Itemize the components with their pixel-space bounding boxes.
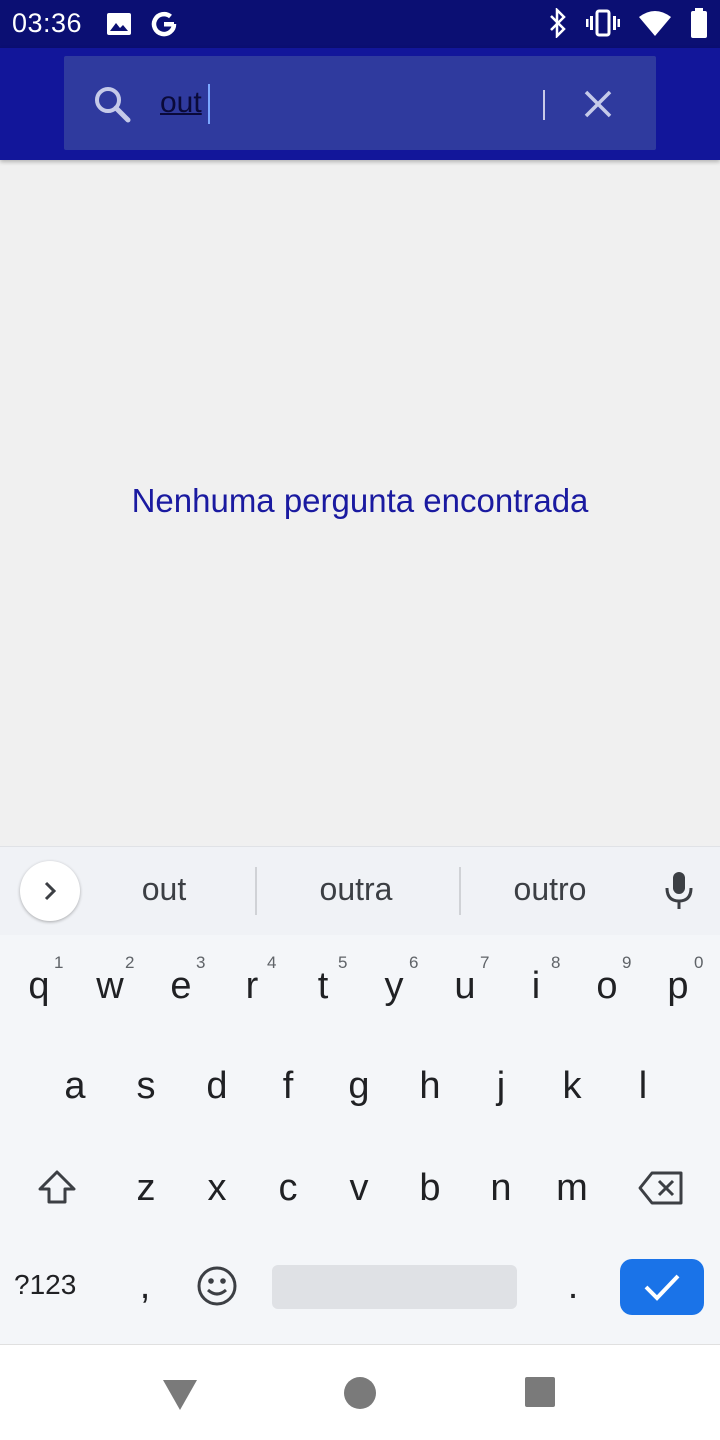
key-x[interactable]: x	[182, 1143, 252, 1233]
status-bar: 03:36	[0, 0, 720, 48]
key-hint: 7	[480, 953, 490, 972]
key-e[interactable]: e	[146, 941, 216, 1031]
shift-key[interactable]	[22, 1143, 92, 1233]
key-hint: 0	[694, 953, 704, 972]
suggestion-strip: out outra outro	[0, 847, 720, 935]
key-i[interactable]: i	[501, 941, 571, 1031]
back-button[interactable]	[162, 1379, 198, 1416]
search-input[interactable]: out	[160, 86, 202, 120]
search-box[interactable]: out	[64, 56, 656, 150]
key-k[interactable]: k	[537, 1041, 607, 1131]
key-m[interactable]: m	[537, 1143, 607, 1233]
key-b[interactable]: b	[395, 1143, 465, 1233]
home-button[interactable]	[344, 1377, 376, 1409]
chevron-right-icon	[44, 881, 57, 901]
key-r[interactable]: r	[217, 941, 287, 1031]
suggestion-1[interactable]: out	[74, 871, 254, 908]
back-triangle-icon	[163, 1380, 197, 1410]
key-s[interactable]: s	[111, 1041, 181, 1131]
key-y[interactable]: y	[359, 941, 429, 1031]
image-icon	[106, 12, 132, 41]
key-a[interactable]: a	[40, 1041, 110, 1131]
key-hint: 8	[551, 953, 561, 972]
vibrate-icon	[586, 9, 620, 42]
period-key[interactable]: .	[538, 1241, 608, 1331]
status-time: 03:36	[12, 8, 83, 38]
backspace-icon	[638, 1171, 683, 1205]
key-f[interactable]: f	[253, 1041, 323, 1131]
key-u[interactable]: u	[430, 941, 500, 1031]
suggestion-divider	[255, 867, 257, 915]
enter-key[interactable]	[620, 1259, 704, 1315]
text-caret	[208, 84, 210, 124]
check-icon	[644, 1274, 680, 1301]
keyboard-expand-button[interactable]	[20, 861, 80, 921]
key-v[interactable]: v	[324, 1143, 394, 1233]
navigation-bar	[0, 1344, 720, 1440]
key-hint: 1	[54, 953, 64, 972]
backspace-key[interactable]	[626, 1143, 696, 1233]
empty-state-message: Nenhuma pergunta encontrada	[131, 482, 589, 519]
clear-search-button[interactable]	[582, 88, 614, 125]
search-divider	[543, 90, 545, 120]
recent-apps-button[interactable]	[525, 1377, 555, 1407]
key-hint: 3	[196, 953, 206, 972]
shift-icon	[38, 1170, 76, 1204]
key-hint: 4	[267, 953, 277, 972]
key-hint: 5	[338, 953, 348, 972]
space-bar[interactable]	[272, 1265, 517, 1309]
key-l[interactable]: l	[608, 1041, 678, 1131]
suggestion-3[interactable]: outro	[460, 871, 640, 908]
key-h[interactable]: h	[395, 1041, 465, 1131]
key-w[interactable]: w	[75, 941, 145, 1031]
key-t[interactable]: t	[288, 941, 358, 1031]
app-bar: out	[0, 48, 720, 160]
microphone-icon[interactable]	[664, 871, 694, 916]
key-hint: 6	[409, 953, 419, 972]
key-q[interactable]: q	[4, 941, 74, 1031]
key-d[interactable]: d	[182, 1041, 252, 1131]
emoji-key[interactable]	[182, 1241, 252, 1331]
google-g-icon	[150, 10, 178, 43]
key-g[interactable]: g	[324, 1041, 394, 1131]
suggestion-2[interactable]: outra	[266, 871, 446, 908]
battery-icon	[690, 8, 708, 43]
bluetooth-icon	[548, 6, 568, 43]
key-j[interactable]: j	[466, 1041, 536, 1131]
close-icon	[584, 90, 612, 118]
wifi-icon	[638, 9, 672, 42]
key-n[interactable]: n	[466, 1143, 536, 1233]
emoji-icon	[197, 1266, 237, 1306]
soft-keyboard: out outra outro q w e r t y u i o p 1 2 …	[0, 846, 720, 1344]
search-icon	[92, 84, 132, 129]
key-o[interactable]: o	[572, 941, 642, 1031]
symbols-key[interactable]: ?123	[14, 1269, 76, 1301]
key-hint: 9	[622, 953, 632, 972]
comma-key[interactable]: ,	[110, 1241, 180, 1331]
key-c[interactable]: c	[253, 1143, 323, 1233]
key-z[interactable]: z	[111, 1143, 181, 1233]
key-hint: 2	[125, 953, 135, 972]
